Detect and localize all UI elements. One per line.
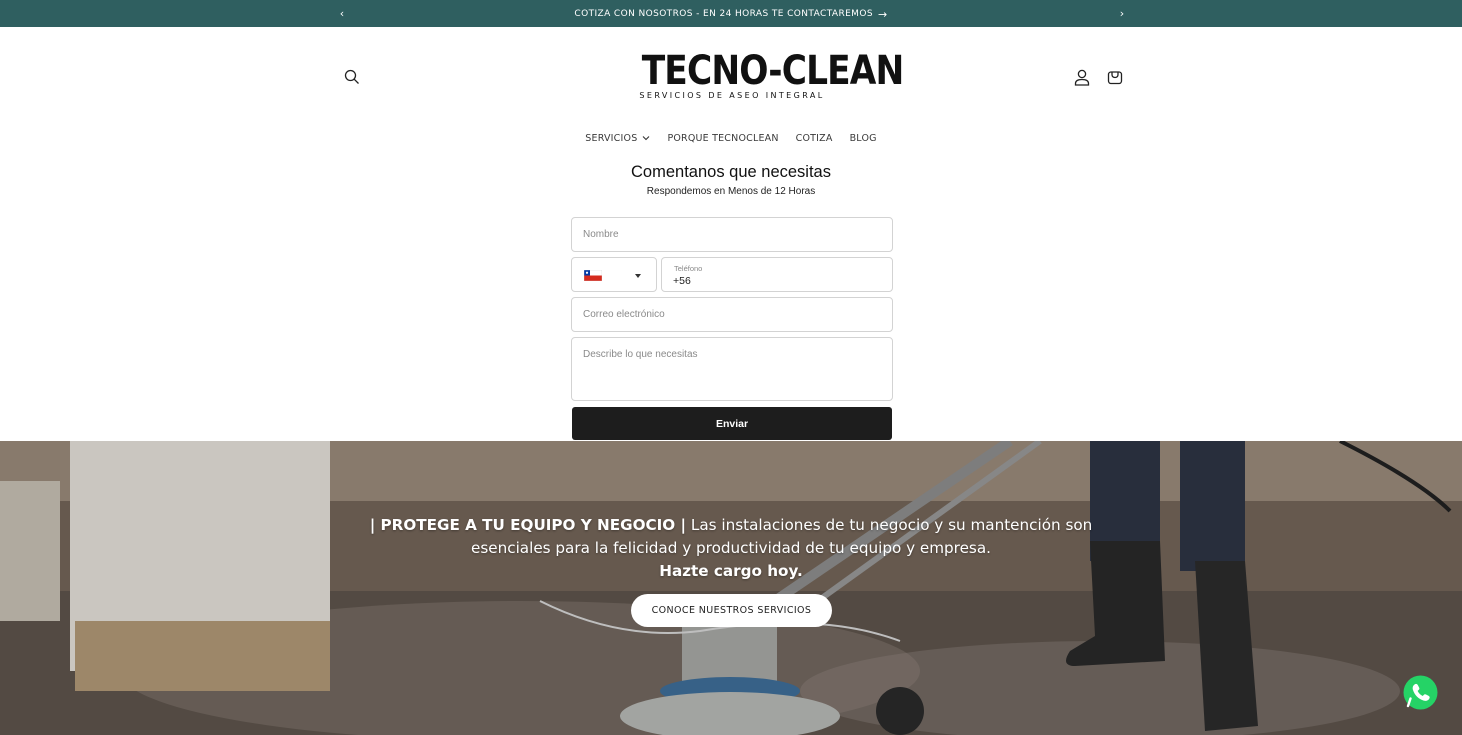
country-code-select[interactable] xyxy=(571,257,657,292)
email-input[interactable] xyxy=(572,298,892,331)
submit-button[interactable]: Enviar xyxy=(572,407,892,440)
announcement-text[interactable]: COTIZA CON NOSOTROS - EN 24 HORAS TE CON… xyxy=(574,9,873,19)
nav-item-blog[interactable]: BLOG xyxy=(850,133,877,144)
phone-label: Teléfono xyxy=(674,264,703,273)
whatsapp-icon[interactable] xyxy=(1402,674,1439,711)
site-logo[interactable]: TECNO-CLEAN SERVICIOS DE ASEO INTEGRAL xyxy=(627,48,905,104)
logo-wordmark: TECNO-CLEAN xyxy=(641,48,905,94)
main-nav: SERVICIOS PORQUE TECNOCLEAN COTIZA BLOG xyxy=(0,128,1462,148)
name-field xyxy=(571,217,893,252)
form-title: Comentanos que necesitas xyxy=(631,163,831,181)
nav-item-porque-tecnoclean[interactable]: PORQUE TECNOCLEAN xyxy=(667,133,778,144)
chevron-right-icon[interactable]: › xyxy=(1114,5,1130,21)
cart-icon[interactable] xyxy=(1105,67,1125,87)
nav-item-label: COTIZA xyxy=(795,132,833,144)
services-button[interactable]: CONOCE NUESTROS SERVICIOS xyxy=(631,594,832,627)
chile-flag-icon xyxy=(584,270,602,281)
announcement-link[interactable]: COTIZA CON NOSOTROS - EN 24 HORAS TE CON… xyxy=(0,0,1462,28)
nav-item-label: SERVICIOS xyxy=(585,132,638,144)
form-subtitle: Respondemos en Menos de 12 Horas xyxy=(646,186,816,197)
account-icon[interactable] xyxy=(1072,67,1092,87)
caret-down-icon xyxy=(635,274,641,278)
hero-banner: | PROTEGE A TU EQUIPO Y NEGOCIO | Las in… xyxy=(0,441,1462,735)
search-icon[interactable] xyxy=(342,67,362,87)
phone-value[interactable]: +56 xyxy=(673,275,691,287)
name-input[interactable] xyxy=(572,218,892,251)
phone-field[interactable]: Teléfono +56 xyxy=(661,257,893,292)
hero-cta-text: Hazte cargo hoy. xyxy=(659,562,803,580)
nav-item-label: BLOG xyxy=(849,132,877,144)
message-field xyxy=(571,337,893,401)
chevron-down-icon xyxy=(643,136,650,141)
nav-item-servicios[interactable]: SERVICIOS xyxy=(585,133,650,144)
nav-item-cotiza[interactable]: COTIZA xyxy=(796,133,833,144)
hero-background-image xyxy=(0,441,1462,735)
announcement-bar: ‹ COTIZA CON NOSOTROS - EN 24 HORAS TE C… xyxy=(0,0,1462,28)
email-field xyxy=(571,297,893,332)
nav-item-label: PORQUE TECNOCLEAN xyxy=(667,132,779,144)
hero-heading: | PROTEGE A TU EQUIPO Y NEGOCIO | xyxy=(369,516,687,534)
arrow-right-icon: → xyxy=(877,7,888,21)
message-textarea[interactable] xyxy=(572,338,892,400)
hero-text: | PROTEGE A TU EQUIPO Y NEGOCIO | Las in… xyxy=(331,514,1131,583)
